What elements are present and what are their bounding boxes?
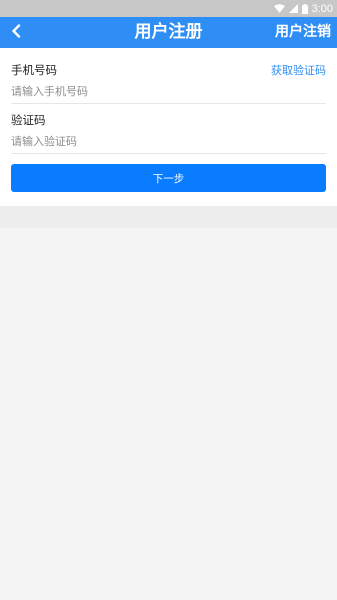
phone-field-group: 手机号码 获取验证码 <box>11 62 326 104</box>
code-field-group: 验证码 <box>11 112 326 154</box>
code-input[interactable] <box>11 132 251 150</box>
empty-content-area <box>0 228 337 600</box>
next-button[interactable]: 下一步 <box>11 164 326 192</box>
status-time: 3:00 <box>311 2 333 15</box>
status-icons: 3:00 <box>273 0 333 17</box>
code-label: 验证码 <box>11 113 46 127</box>
get-code-button[interactable]: 获取验证码 <box>271 62 326 78</box>
battery-icon <box>301 3 308 14</box>
phone-input[interactable] <box>11 82 251 100</box>
user-logout-button[interactable]: 用户注销 <box>275 17 331 48</box>
wifi-icon <box>273 4 285 13</box>
register-form: 手机号码 获取验证码 验证码 下一步 <box>0 48 337 206</box>
status-bar: 3:00 <box>0 0 337 17</box>
signal-icon <box>288 4 298 13</box>
section-divider <box>0 206 337 228</box>
app-bar: 用户注册 用户注销 <box>0 17 337 48</box>
phone-label: 手机号码 <box>11 63 57 77</box>
